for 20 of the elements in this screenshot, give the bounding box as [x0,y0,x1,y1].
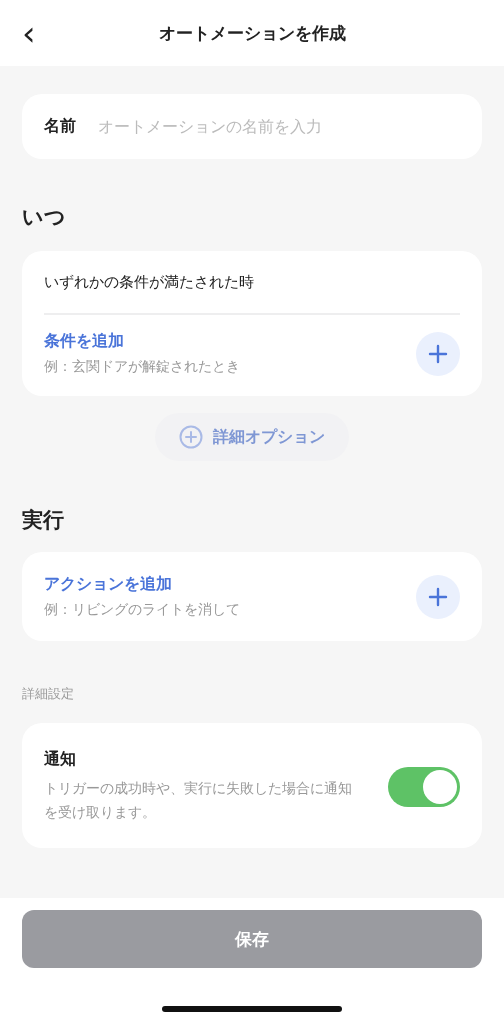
section-heading: いつ [22,204,67,230]
section-label: 詳細設定 [22,685,75,703]
name-input[interactable]: オートメーションの名前を入力 [98,117,460,136]
example-text: 例：リビングのライトを消して [44,601,240,619]
setting-description: トリガーの成功時や、実行に失敗した場合に通知を受け取ります。 [44,779,353,822]
add-link[interactable]: アクションを追加 [44,574,240,595]
plus-icon [428,343,448,364]
plus-circle-icon [179,425,203,449]
plus-icon [428,586,448,607]
example-text: 例：玄関ドアが解錠されたとき [44,358,240,376]
section-heading: 実行 [22,507,65,533]
add-button[interactable] [416,574,460,619]
field-label: 名前 [44,116,76,136]
setting-title: 通知 [44,749,77,769]
add-button[interactable] [416,331,460,376]
page-title: オートメーションを作成 [158,22,346,45]
back-button[interactable]: ‹ [18,18,40,48]
add-link[interactable]: 条件を追加 [44,331,240,352]
toggle-switch[interactable] [388,766,460,807]
condition-mode-text: いずれかの条件が満たされた時 [44,251,460,315]
